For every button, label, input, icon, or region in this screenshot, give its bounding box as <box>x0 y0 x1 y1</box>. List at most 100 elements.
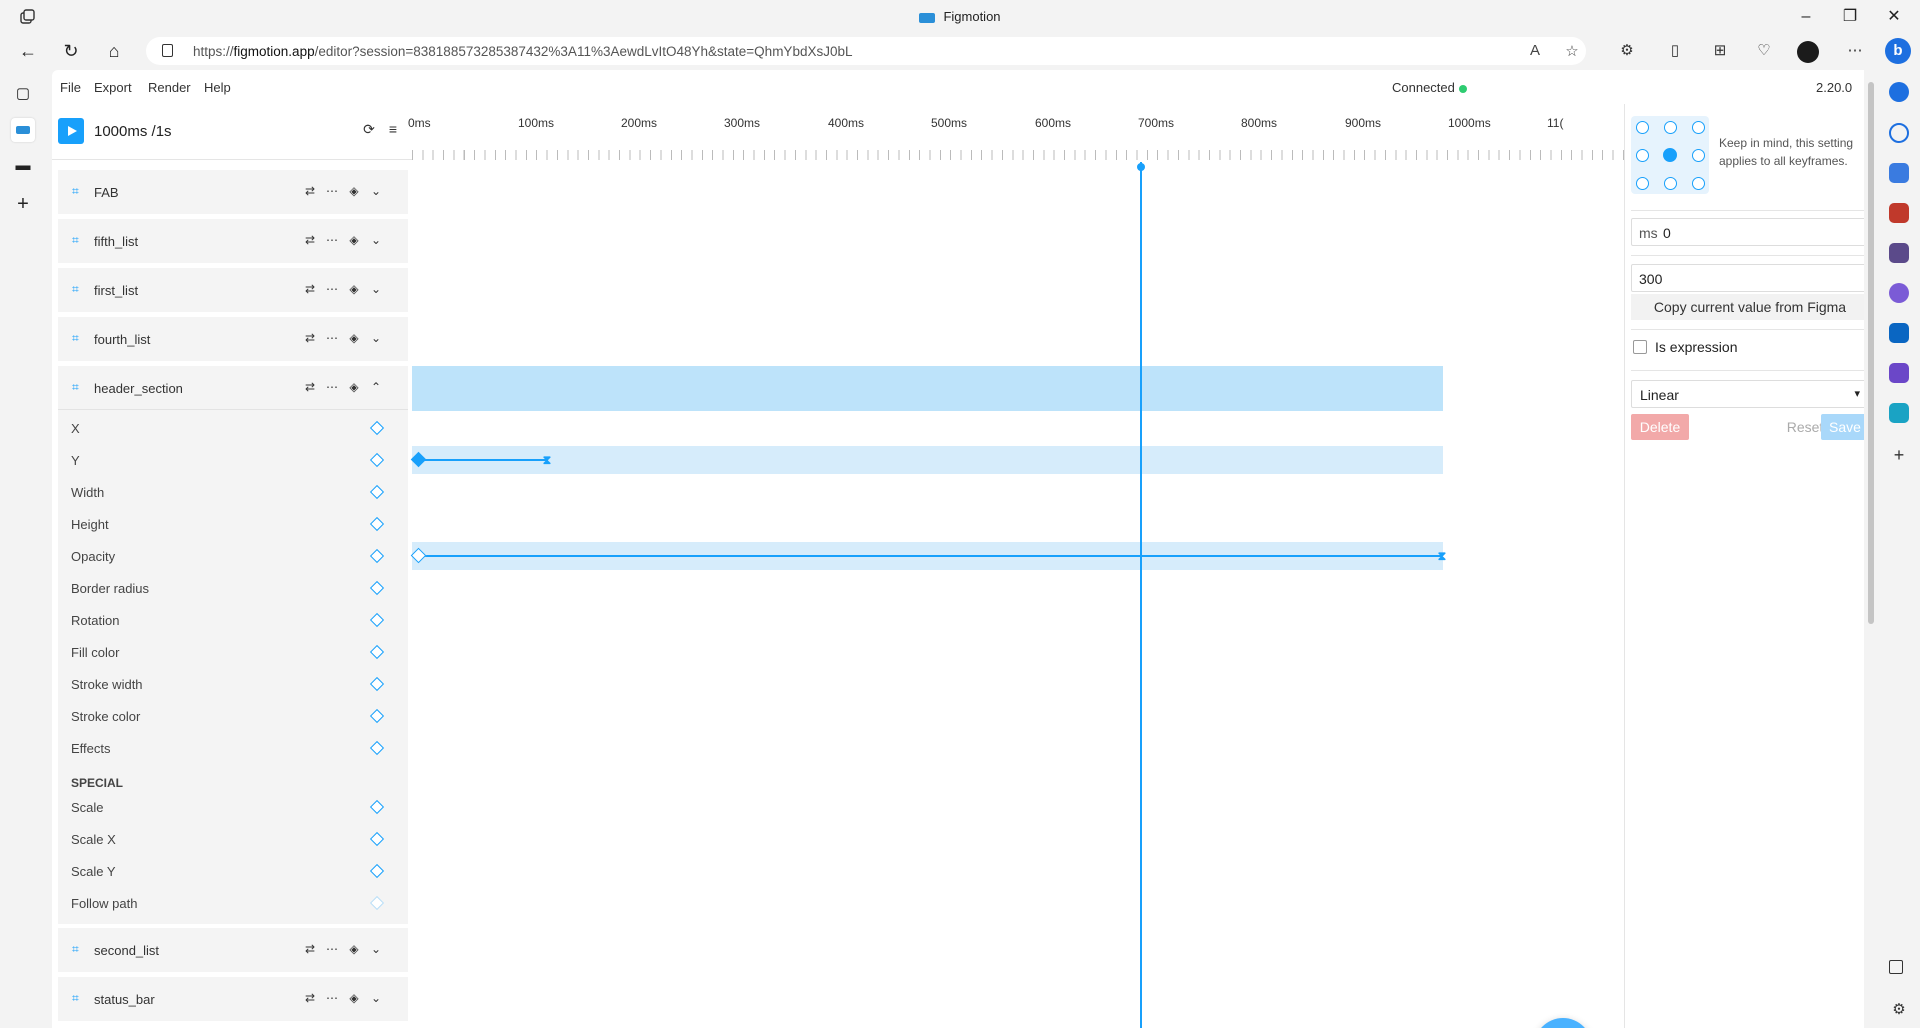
add-keyframe-icon[interactable] <box>369 644 385 660</box>
collections-icon[interactable]: ⊞ <box>1710 41 1730 61</box>
time-ruler[interactable]: 0ms 100ms 200ms 300ms 400ms 500ms 600ms … <box>408 104 1624 160</box>
timeline[interactable]: 0ms 100ms 200ms 300ms 400ms 500ms 600ms … <box>408 104 1624 1028</box>
origin-bottom-right[interactable] <box>1692 177 1705 190</box>
add-keyframe-icon[interactable] <box>369 484 385 500</box>
notifications-icon[interactable] <box>1889 82 1909 102</box>
games-icon[interactable] <box>1889 243 1909 263</box>
read-aloud-icon[interactable]: A <box>1526 42 1544 60</box>
keyframe-segment[interactable] <box>418 459 548 461</box>
avatar[interactable] <box>1797 41 1819 63</box>
origin-top-left[interactable] <box>1636 121 1649 134</box>
chevron-down-icon[interactable]: ⌄ <box>368 941 384 957</box>
more-options-icon[interactable]: ⋯ <box>324 990 340 1006</box>
menu-render[interactable]: Render <box>148 80 191 95</box>
favorite-star-icon[interactable]: ☆ <box>1563 42 1581 60</box>
add-sidebar-icon[interactable]: + <box>1889 445 1909 465</box>
scrollbar[interactable] <box>1864 70 1878 1028</box>
drop-icon[interactable] <box>1889 403 1909 423</box>
health-icon[interactable]: ♡ <box>1754 41 1774 61</box>
chevron-up-icon[interactable]: ⌃ <box>368 379 384 395</box>
add-keyframe-icon[interactable] <box>369 863 385 879</box>
add-keyframe-icon[interactable] <box>369 548 385 564</box>
keyframe-easing-icon[interactable]: ⧗ <box>541 453 553 467</box>
more-options-icon[interactable]: ⋯ <box>324 330 340 346</box>
layer-row[interactable]: ⌗ fourth_list ⇄ ⋯ ◈ ⌄ <box>58 317 408 361</box>
playhead[interactable] <box>1140 162 1142 1028</box>
layers-icon[interactable]: ◈ <box>346 330 362 346</box>
duration-label[interactable]: 1000ms /1s <box>94 123 172 140</box>
restore-icon[interactable]: ❐ <box>1839 6 1861 28</box>
office-icon[interactable] <box>1889 283 1909 303</box>
layer-row[interactable]: ⌗ first_list ⇄ ⋯ ◈ ⌄ <box>58 268 408 312</box>
add-keyframe-icon[interactable] <box>369 740 385 756</box>
keyframe-value-field[interactable]: 300 <box>1631 264 1869 292</box>
easing-select[interactable]: Linear ▾ <box>1631 380 1869 408</box>
keyframe-segment[interactable] <box>418 555 1442 557</box>
more-options-icon[interactable]: ⋯ <box>324 281 340 297</box>
adjust-icon[interactable]: ⇄ <box>302 330 318 346</box>
chevron-down-icon[interactable]: ⌄ <box>368 330 384 346</box>
address-bar[interactable]: https://figmotion.app/editor?session=838… <box>146 37 1586 65</box>
layers-icon[interactable]: ◈ <box>346 941 362 957</box>
add-keyframe-icon[interactable] <box>369 612 385 628</box>
more-options-icon[interactable]: ⋯ <box>324 379 340 395</box>
minimize-icon[interactable]: – <box>1795 6 1817 28</box>
url-text[interactable]: https://figmotion.app/editor?session=838… <box>193 44 852 59</box>
extensions-icon[interactable]: ⚙ <box>1617 41 1637 61</box>
refresh-icon[interactable]: ↻ <box>58 38 84 64</box>
origin-middle-left[interactable] <box>1636 149 1649 162</box>
more-options-icon[interactable]: ⋯ <box>324 183 340 199</box>
tab-figmotion[interactable] <box>11 118 35 142</box>
shopping-icon[interactable] <box>1889 163 1909 183</box>
origin-bottom-left[interactable] <box>1636 177 1649 190</box>
keyframe-time-field[interactable]: ms 0 <box>1631 218 1869 246</box>
layer-row[interactable]: ⌗ fifth_list ⇄ ⋯ ◈ ⌄ <box>58 219 408 263</box>
adjust-icon[interactable]: ⇄ <box>302 941 318 957</box>
layer-row[interactable]: ⌗ second_list ⇄ ⋯ ◈ ⌄ <box>58 928 408 972</box>
chevron-down-icon[interactable]: ⌄ <box>368 281 384 297</box>
layers-icon[interactable]: ◈ <box>346 379 362 395</box>
settings-gear-icon[interactable]: ⚙ <box>1889 1000 1909 1020</box>
keyframe-easing-icon[interactable]: ⧗ <box>1436 549 1448 563</box>
adjust-icon[interactable]: ⇄ <box>302 232 318 248</box>
split-screen-icon[interactable]: ▯ <box>1665 41 1685 61</box>
tools-icon[interactable] <box>1889 203 1909 223</box>
delete-button[interactable]: Delete <box>1631 414 1689 440</box>
menu-help[interactable]: Help <box>204 80 231 95</box>
bing-icon[interactable]: b <box>1885 38 1911 64</box>
layers-icon[interactable]: ◈ <box>346 990 362 1006</box>
is-expression-label[interactable]: Is expression <box>1655 339 1737 355</box>
layers-icon[interactable]: ◈ <box>346 281 362 297</box>
chevron-down-icon[interactable]: ⌄ <box>368 990 384 1006</box>
reset-button[interactable]: Reset <box>1785 414 1825 440</box>
tab-other-icon[interactable]: ▬ <box>11 154 35 178</box>
layers-icon[interactable]: ◈ <box>346 183 362 199</box>
more-options-icon[interactable]: ⋯ <box>324 941 340 957</box>
add-keyframe-icon[interactable] <box>369 452 385 468</box>
designer-icon[interactable] <box>1889 363 1909 383</box>
property-track-y[interactable] <box>412 446 1443 474</box>
adjust-icon[interactable]: ⇄ <box>302 990 318 1006</box>
origin-top-center[interactable] <box>1664 121 1677 134</box>
copy-from-figma-button[interactable]: Copy current value from Figma <box>1631 294 1869 320</box>
outlook-icon[interactable] <box>1889 323 1909 343</box>
back-icon[interactable]: ← <box>15 38 41 64</box>
layer-row[interactable]: ⌗ status_bar ⇄ ⋯ ◈ ⌄ <box>58 977 408 1021</box>
adjust-icon[interactable]: ⇄ <box>302 183 318 199</box>
loop-icon[interactable]: ⟳ <box>360 120 378 138</box>
layer-row[interactable]: ⌗ header_section ⇄ ⋯ ◈ ⌃ <box>58 366 408 410</box>
chevron-down-icon[interactable]: ⌄ <box>368 183 384 199</box>
menu-file[interactable]: File <box>60 80 81 95</box>
origin-center[interactable] <box>1663 148 1677 162</box>
save-button[interactable]: Save <box>1821 414 1869 440</box>
add-keyframe-icon[interactable] <box>369 580 385 596</box>
lock-icon[interactable] <box>162 44 173 57</box>
origin-bottom-center[interactable] <box>1664 177 1677 190</box>
ms-value[interactable]: 0 <box>1663 225 1671 241</box>
new-tab-icon[interactable]: + <box>11 192 35 216</box>
origin-middle-right[interactable] <box>1692 149 1705 162</box>
layers-icon[interactable]: ◈ <box>346 232 362 248</box>
adjust-icon[interactable]: ⇄ <box>302 379 318 395</box>
add-keyframe-icon[interactable] <box>369 516 385 532</box>
add-keyframe-icon[interactable] <box>369 831 385 847</box>
